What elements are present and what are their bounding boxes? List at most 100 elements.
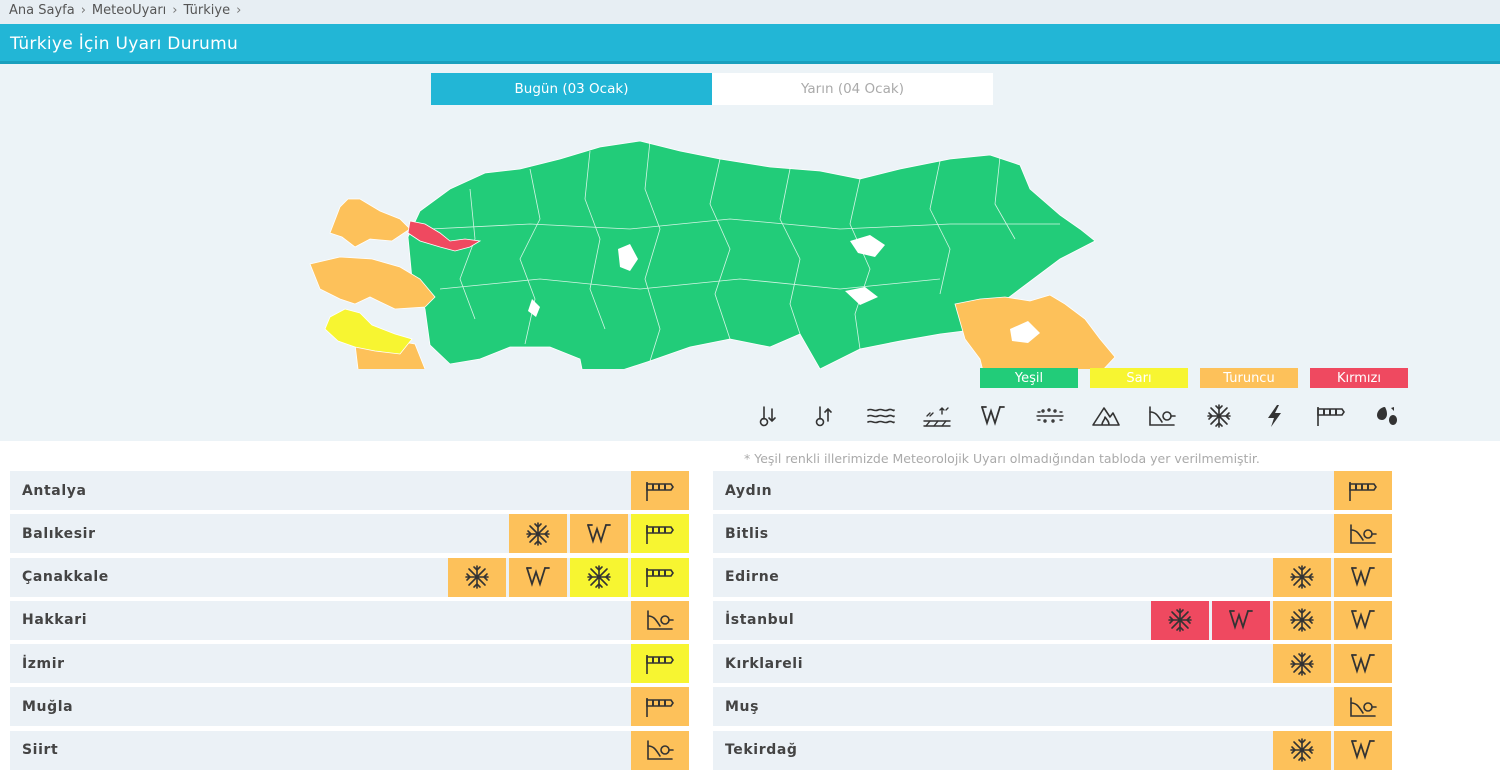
yagmur-warning-turuncu[interactable] xyxy=(631,730,689,770)
yagmur-icon xyxy=(645,608,675,632)
ruzgar-icon xyxy=(644,523,676,545)
tab-tomorrow[interactable]: Yarın (04 Ocak) xyxy=(712,73,993,105)
cig-warning-turuncu[interactable] xyxy=(1334,600,1392,640)
yagmur-warning-turuncu[interactable] xyxy=(1334,687,1392,727)
table-row[interactable]: Siirt xyxy=(10,730,689,770)
ruzgar-icon xyxy=(644,566,676,588)
ruzgar-warning-turuncu[interactable] xyxy=(1334,471,1392,510)
kar-icon xyxy=(1289,564,1315,590)
cig-warning-turuncu[interactable] xyxy=(509,557,567,597)
ruzgar-icon xyxy=(644,653,676,675)
table-row[interactable]: İstanbul xyxy=(713,600,1392,640)
kar-icon xyxy=(586,564,612,590)
ruzgar-warning-turuncu[interactable] xyxy=(631,471,689,510)
table-row[interactable]: Balıkesir xyxy=(10,514,689,554)
yagmur-icon xyxy=(1348,522,1378,546)
yagmur-icon[interactable] xyxy=(1134,402,1190,430)
legend-kirmizi: Kırmızı xyxy=(1310,368,1408,388)
city-name: İzmir xyxy=(22,655,65,672)
cig-warning-turuncu[interactable] xyxy=(1334,644,1392,684)
yagmur-warning-turuncu[interactable] xyxy=(1334,514,1392,554)
city-name: Aydın xyxy=(725,482,773,499)
kar-icon xyxy=(1289,607,1315,633)
kar-icon[interactable] xyxy=(1190,402,1246,430)
table-row[interactable]: İzmir xyxy=(10,644,689,684)
legend-sari: Sarı xyxy=(1090,368,1188,388)
city-name: Siirt xyxy=(22,742,59,759)
cig-warning-kirmizi[interactable] xyxy=(1212,600,1270,640)
kar-icon xyxy=(1167,607,1193,633)
city-name: Hakkari xyxy=(22,612,88,629)
legend-note: * Yeşil renkli illerimizde Meteorolojik … xyxy=(744,451,1260,466)
kar-warning-kirmizi[interactable] xyxy=(1151,600,1209,640)
breadcrumb-turkiye-link[interactable]: Türkiye xyxy=(184,3,231,24)
cig-warning-turuncu[interactable] xyxy=(570,514,628,554)
ruzgar-warning-turuncu[interactable] xyxy=(631,687,689,727)
cig-icon xyxy=(1349,608,1377,632)
city-name: Muğla xyxy=(22,698,74,715)
table-row[interactable]: Muğla xyxy=(10,687,689,727)
warning-cells xyxy=(628,471,689,510)
breadcrumb-meteouyari-link[interactable]: MeteoUyarı xyxy=(92,3,166,24)
kar-icon xyxy=(1289,737,1315,763)
yangin-icon[interactable] xyxy=(1078,402,1134,430)
ruzgar-warning-sari[interactable] xyxy=(631,644,689,684)
breadcrumb-home-link[interactable]: Ana Sayfa xyxy=(9,3,75,24)
city-name: Balıkesir xyxy=(22,525,96,542)
ruzgar-icon xyxy=(1347,480,1379,502)
kar-warning-turuncu[interactable] xyxy=(1273,644,1331,684)
kar-warning-turuncu[interactable] xyxy=(1273,730,1331,770)
table-row[interactable]: Bitlis xyxy=(713,514,1392,554)
table-row[interactable]: Çanakkale xyxy=(10,557,689,597)
city-name: Tekirdağ xyxy=(725,742,798,759)
cig-icon[interactable] xyxy=(965,402,1021,430)
ruzgar-warning-sari[interactable] xyxy=(631,514,689,554)
diger-icon[interactable] xyxy=(1359,402,1415,430)
sis-icon[interactable] xyxy=(853,402,909,430)
kar-warning-sari[interactable] xyxy=(570,557,628,597)
kar-warning-turuncu[interactable] xyxy=(1273,557,1331,597)
cig-icon xyxy=(585,522,613,546)
turkey-warning-map[interactable] xyxy=(300,129,1130,369)
cig-warning-turuncu[interactable] xyxy=(1334,557,1392,597)
table-row[interactable]: Kırklareli xyxy=(713,644,1392,684)
warning-table-right: Aydın Bitlis Edirne İstanbul Kırklareli Muş Te… xyxy=(713,471,1392,774)
cig-icon xyxy=(1349,565,1377,589)
ruzgar-warning-sari[interactable] xyxy=(631,557,689,597)
ruzgar-icon[interactable] xyxy=(1303,402,1359,430)
kar-warning-turuncu[interactable] xyxy=(1273,600,1331,640)
warning-cells xyxy=(628,600,689,640)
firtina-icon[interactable] xyxy=(1247,402,1303,430)
table-row[interactable]: Muş xyxy=(713,687,1392,727)
warning-cells xyxy=(1148,600,1392,640)
warning-cells xyxy=(628,644,689,684)
table-row[interactable]: Edirne xyxy=(713,557,1392,597)
sicak-icon[interactable] xyxy=(796,402,852,430)
kar-warning-turuncu[interactable] xyxy=(509,514,567,554)
buzlanma-icon[interactable] xyxy=(909,402,965,430)
warning-legend: Yeşil Sarı Turuncu Kırmızı xyxy=(980,368,1408,388)
warning-cells xyxy=(506,514,689,554)
table-row[interactable]: Tekirdağ xyxy=(713,730,1392,770)
yagmur-warning-turuncu[interactable] xyxy=(631,600,689,640)
tab-today[interactable]: Bugün (03 Ocak) xyxy=(431,73,712,105)
city-name: Muş xyxy=(725,698,760,715)
city-name: Antalya xyxy=(22,482,87,499)
kar-warning-turuncu[interactable] xyxy=(448,557,506,597)
soguk-icon[interactable] xyxy=(740,402,796,430)
kar-icon xyxy=(1289,651,1315,677)
cig-icon xyxy=(1349,652,1377,676)
day-tabs: Bugün (03 Ocak) Yarın (04 Ocak) xyxy=(431,73,993,105)
cig-warning-turuncu[interactable] xyxy=(1334,730,1392,770)
cig-icon xyxy=(524,565,552,589)
kar-icon xyxy=(525,521,551,547)
yagmur-icon xyxy=(1348,695,1378,719)
table-row[interactable]: Hakkari xyxy=(10,600,689,640)
yagmur-icon xyxy=(645,738,675,762)
breadcrumb-separator: › xyxy=(172,3,178,18)
toz-icon[interactable] xyxy=(1021,402,1077,430)
table-row[interactable]: Aydın xyxy=(713,471,1392,510)
warning-cells xyxy=(1270,644,1392,684)
breadcrumb-separator: › xyxy=(236,3,242,18)
table-row[interactable]: Antalya xyxy=(10,471,689,510)
